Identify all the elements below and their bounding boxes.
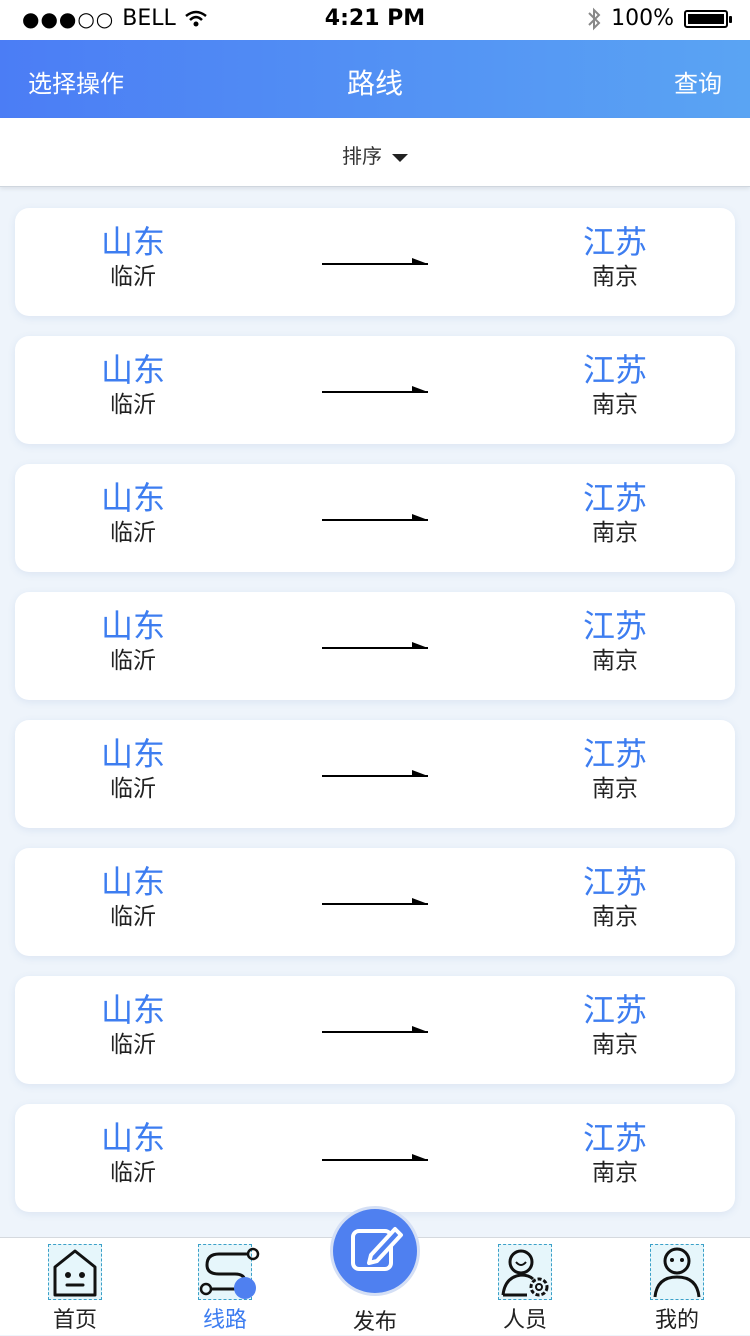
origin-province: 山东 bbox=[100, 351, 165, 389]
origin-city: 临沂 bbox=[110, 904, 156, 930]
status-bar: ●●●○○ BELL 4:21 PM 100% bbox=[0, 0, 750, 40]
route-destination: 江苏 南京 bbox=[555, 990, 675, 1060]
destination-province: 江苏 bbox=[582, 1119, 647, 1157]
bluetooth-icon bbox=[588, 7, 601, 30]
destination-province: 江苏 bbox=[582, 351, 647, 389]
arrow-right-icon bbox=[322, 514, 428, 521]
destination-city: 南京 bbox=[592, 904, 638, 930]
route-origin: 山东 临沂 bbox=[73, 350, 193, 420]
arrow-right-icon bbox=[322, 1154, 428, 1161]
route-card[interactable]: 山东 临沂 江苏 南京 bbox=[15, 208, 735, 316]
origin-province: 山东 bbox=[100, 991, 165, 1029]
tab-staff[interactable]: 人员 bbox=[470, 1244, 580, 1334]
route-origin: 山东 临沂 bbox=[73, 862, 193, 932]
destination-city: 南京 bbox=[592, 392, 638, 418]
route-destination: 江苏 南京 bbox=[555, 734, 675, 804]
destination-city: 南京 bbox=[592, 776, 638, 802]
route-origin: 山东 临沂 bbox=[73, 734, 193, 804]
tab-home-label: 首页 bbox=[52, 1308, 97, 1333]
destination-city: 南京 bbox=[592, 1032, 638, 1058]
route-icon bbox=[198, 1244, 260, 1300]
origin-city: 临沂 bbox=[110, 1032, 156, 1058]
tab-route[interactable]: 线路 bbox=[170, 1244, 280, 1334]
route-destination: 江苏 南京 bbox=[555, 478, 675, 548]
route-card[interactable]: 山东 临沂 江苏 南京 bbox=[15, 592, 735, 700]
origin-city: 临沂 bbox=[110, 1160, 156, 1186]
origin-city: 临沂 bbox=[110, 648, 156, 674]
sort-label: 排序 bbox=[342, 144, 382, 168]
route-card[interactable]: 山东 临沂 江苏 南京 bbox=[15, 720, 735, 828]
arrow-right-icon bbox=[322, 258, 428, 265]
arrow-right-icon bbox=[322, 1026, 428, 1033]
origin-city: 临沂 bbox=[110, 264, 156, 290]
destination-province: 江苏 bbox=[582, 991, 647, 1029]
origin-province: 山东 bbox=[100, 607, 165, 645]
tab-route-label: 线路 bbox=[202, 1308, 247, 1333]
route-destination: 江苏 南京 bbox=[555, 606, 675, 676]
route-list: 山东 临沂 江苏 南京 山东 临沂 江苏 南京 山东 临沂 江苏 南京 山东 临… bbox=[15, 208, 735, 1232]
destination-city: 南京 bbox=[592, 520, 638, 546]
publish-button[interactable] bbox=[330, 1206, 420, 1296]
destination-city: 南京 bbox=[592, 648, 638, 674]
route-card[interactable]: 山东 临沂 江苏 南京 bbox=[15, 1104, 735, 1212]
query-button[interactable]: 查询 bbox=[674, 64, 722, 99]
route-card[interactable]: 山东 临沂 江苏 南京 bbox=[15, 336, 735, 444]
sort-bar: 排序 bbox=[0, 118, 750, 187]
route-card[interactable]: 山东 临沂 江苏 南京 bbox=[15, 464, 735, 572]
origin-province: 山东 bbox=[100, 735, 165, 773]
route-card[interactable]: 山东 临沂 江苏 南京 bbox=[15, 848, 735, 956]
nav-bar: 选择操作 路线 查询 bbox=[0, 40, 750, 118]
origin-city: 临沂 bbox=[110, 520, 156, 546]
origin-province: 山东 bbox=[100, 479, 165, 517]
arrow-right-icon bbox=[322, 386, 428, 393]
page-title: 路线 bbox=[346, 67, 403, 100]
battery-icon bbox=[684, 9, 732, 28]
status-right: 100% bbox=[587, 6, 732, 31]
tab-home[interactable]: 首页 bbox=[20, 1244, 130, 1334]
arrow-right-icon bbox=[322, 898, 428, 905]
destination-city: 南京 bbox=[592, 1160, 638, 1186]
tab-mine[interactable]: 我的 bbox=[622, 1244, 732, 1334]
destination-province: 江苏 bbox=[582, 735, 647, 773]
home-face-icon bbox=[48, 1244, 102, 1300]
user-gear-icon bbox=[498, 1244, 552, 1300]
route-destination: 江苏 南京 bbox=[555, 222, 675, 292]
origin-province: 山东 bbox=[100, 1119, 165, 1157]
arrow-right-icon bbox=[322, 642, 428, 649]
origin-province: 山东 bbox=[100, 863, 165, 901]
destination-province: 江苏 bbox=[582, 479, 647, 517]
caret-down-icon bbox=[392, 153, 408, 162]
origin-city: 临沂 bbox=[110, 776, 156, 802]
route-origin: 山东 临沂 bbox=[73, 222, 193, 292]
route-origin: 山东 临沂 bbox=[73, 990, 193, 1060]
route-origin: 山东 临沂 bbox=[73, 478, 193, 548]
destination-city: 南京 bbox=[592, 264, 638, 290]
battery-percent: 100% bbox=[611, 6, 674, 31]
origin-city: 临沂 bbox=[110, 392, 156, 418]
route-card[interactable]: 山东 临沂 江苏 南京 bbox=[15, 976, 735, 1084]
route-destination: 江苏 南京 bbox=[555, 1118, 675, 1188]
edit-icon bbox=[351, 1227, 403, 1271]
battery-level-fill bbox=[688, 13, 724, 24]
route-origin: 山东 临沂 bbox=[73, 606, 193, 676]
sort-dropdown[interactable]: 排序 bbox=[0, 140, 750, 169]
origin-province: 山东 bbox=[100, 223, 165, 261]
arrow-right-icon bbox=[322, 770, 428, 777]
route-destination: 江苏 南京 bbox=[555, 862, 675, 932]
destination-province: 江苏 bbox=[582, 607, 647, 645]
destination-province: 江苏 bbox=[582, 863, 647, 901]
tab-staff-label: 人员 bbox=[502, 1308, 547, 1333]
route-origin: 山东 临沂 bbox=[73, 1118, 193, 1188]
route-destination: 江苏 南京 bbox=[555, 350, 675, 420]
destination-province: 江苏 bbox=[582, 223, 647, 261]
profile-icon bbox=[650, 1244, 704, 1300]
tab-mine-label: 我的 bbox=[654, 1308, 699, 1333]
